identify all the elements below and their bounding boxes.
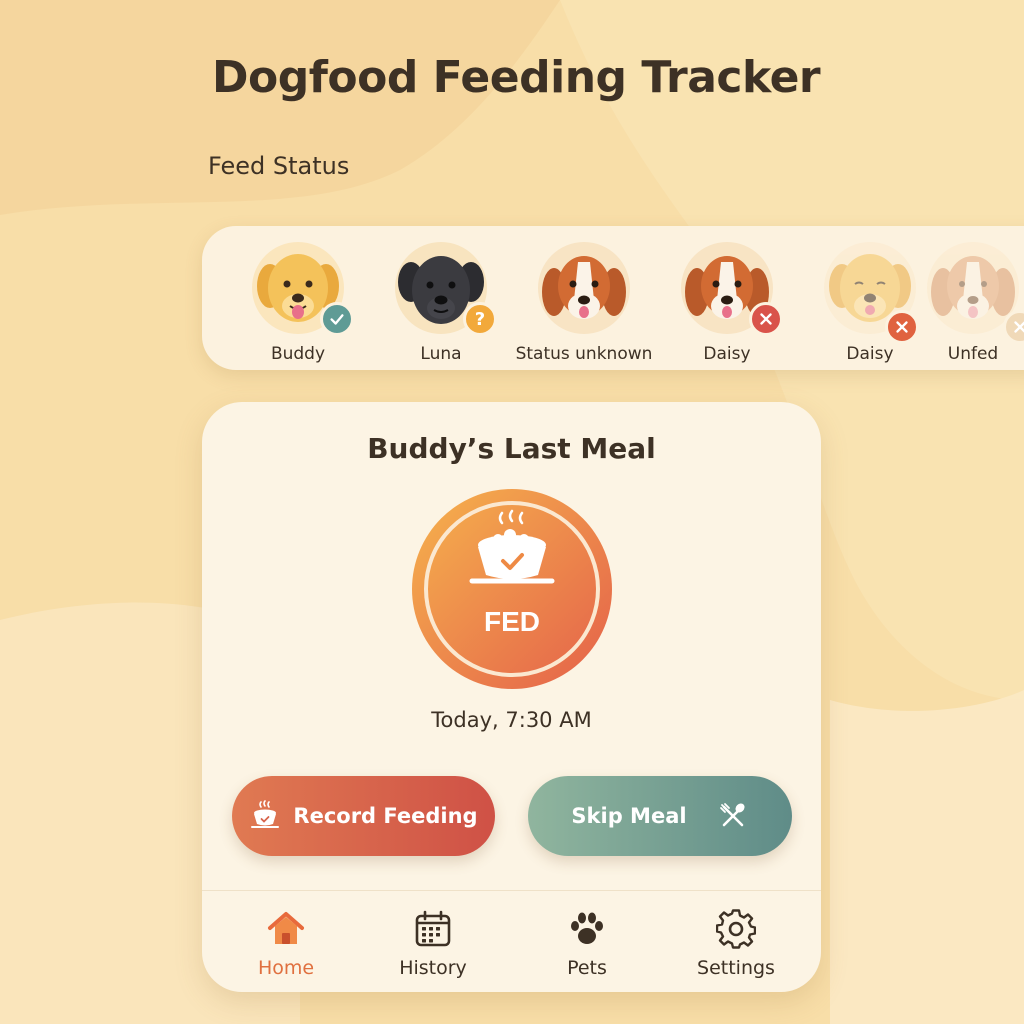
- last-meal-card: Buddy’s Last Meal FED Today, 7:30 AM Rec…: [202, 402, 821, 992]
- gear-icon: [716, 909, 756, 949]
- fed-status-indicator: FED: [412, 489, 612, 689]
- nav-label-settings: Settings: [697, 957, 775, 979]
- dog-name: Unfed: [947, 344, 999, 364]
- x-icon: [1003, 310, 1024, 344]
- dog-name: Buddy: [270, 344, 326, 364]
- nav-item-pets[interactable]: Pets: [527, 909, 647, 979]
- home-icon: [268, 912, 304, 944]
- nav-label-home: Home: [257, 957, 315, 979]
- question-icon: ?: [463, 302, 497, 336]
- dog-item[interactable]: ? Luna: [366, 240, 516, 364]
- x-icon: [749, 302, 783, 336]
- crossed-utensils-icon: [719, 803, 745, 827]
- check-icon: [320, 302, 354, 336]
- skip-meal-button[interactable]: Skip Meal: [528, 776, 792, 856]
- section-label: Feed Status: [208, 152, 350, 180]
- calendar-icon: [415, 910, 451, 947]
- record-feeding-label: Record Feeding: [293, 804, 478, 828]
- nav-label-pets: Pets: [567, 957, 607, 979]
- fed-status-text: FED: [484, 606, 540, 637]
- paw-icon: [571, 912, 603, 944]
- record-feeding-button[interactable]: Record Feeding: [232, 776, 495, 856]
- bottom-nav: Home History Pets Settings: [202, 890, 821, 992]
- dog-avatar-icon: [538, 242, 630, 334]
- dog-name: Luna: [420, 344, 462, 364]
- card-title: Buddy’s Last Meal: [367, 432, 656, 465]
- dog-name: Status unknown: [515, 344, 653, 364]
- dog-name: Daisy: [703, 344, 751, 364]
- dog-item[interactable]: Buddy: [223, 240, 373, 364]
- dog-status-strip: Buddy ? Luna Status unknown Daisy Daisy …: [202, 226, 1024, 370]
- nav-item-settings[interactable]: Settings: [676, 909, 796, 979]
- dog-item[interactable]: Daisy: [652, 240, 802, 364]
- app-title: Dogfood Feeding Tracker: [212, 52, 821, 103]
- nav-item-history[interactable]: History: [373, 909, 493, 979]
- skip-meal-label: Skip Meal: [571, 804, 687, 828]
- last-meal-time: Today, 7:30 AM: [431, 708, 592, 732]
- dog-item[interactable]: Status unknown: [509, 240, 659, 364]
- food-bowl-icon: [251, 800, 280, 828]
- dog-item[interactable]: Unfed: [898, 240, 1024, 364]
- nav-label-history: History: [399, 957, 467, 979]
- nav-item-home[interactable]: Home: [226, 909, 346, 979]
